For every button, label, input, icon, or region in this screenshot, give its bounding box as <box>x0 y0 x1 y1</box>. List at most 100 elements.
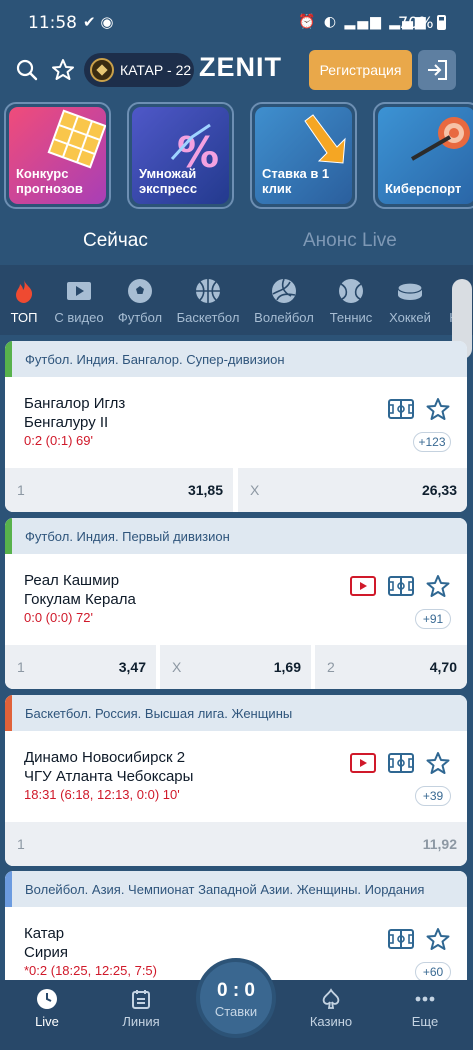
login-button[interactable] <box>418 50 456 90</box>
team-home: Реал Кашмир <box>24 572 120 589</box>
field-stats-icon[interactable] <box>388 398 414 420</box>
qatar-cup-badge[interactable]: КАТАР - 22 <box>84 53 194 87</box>
favorite-star-icon[interactable] <box>425 397 451 421</box>
field-stats-icon[interactable] <box>388 575 414 597</box>
more-markets-button[interactable]: +60 <box>415 962 451 982</box>
field-stats-icon[interactable] <box>388 928 414 950</box>
team-home: Бангалор Иглз <box>24 395 126 412</box>
sports-filter-bar: ТОП С видео Футбол Баскетбол Волейбол Те… <box>0 265 473 335</box>
live-score: 0:0 (0:0) 72' <box>24 610 93 625</box>
brand-logo: ZENIT <box>199 52 282 82</box>
promo-forecast-contest[interactable]: Конкурс прогнозов <box>4 102 111 209</box>
odd-key: 1 <box>17 482 25 498</box>
battery-percent: 70% <box>398 13 434 32</box>
event-card[interactable]: Баскетбол. Россия. Высшая лига. Женщины … <box>5 695 467 866</box>
nav-label: Казино <box>309 1014 353 1029</box>
bets-slip-button[interactable]: 0 : 0 Ставки <box>196 958 276 1038</box>
odds-row: 1 3,47 X 1,69 2 4,70 <box>5 645 467 689</box>
battery-icon <box>436 15 446 30</box>
odd-button[interactable]: 2 4,70 <box>315 645 467 689</box>
video-stream-icon[interactable] <box>350 752 376 774</box>
cup-ball-icon <box>90 58 114 82</box>
more-markets-button[interactable]: +39 <box>415 786 451 806</box>
calendar-icon <box>132 990 150 1009</box>
odd-key: 1 <box>17 659 25 675</box>
odd-value: 4,70 <box>429 659 457 675</box>
odd-button[interactable]: 1 31,85 <box>5 468 233 512</box>
sport-accent-bar <box>5 518 12 554</box>
more-markets-button[interactable]: +123 <box>413 432 451 452</box>
odd-value: 3,47 <box>118 659 146 675</box>
event-card[interactable]: Футбол. Индия. Первый дивизион Реал Кашм… <box>5 518 467 689</box>
sport-label: Теннис <box>329 310 373 325</box>
promo-label-line1: Ставка в 1 <box>262 166 330 181</box>
sport-accent-bar <box>5 341 12 377</box>
event-league[interactable]: Футбол. Индия. Первый дивизион <box>5 518 467 554</box>
video-icon <box>67 282 91 300</box>
status-time: 11:58 <box>28 13 77 33</box>
promo-label-line2: прогнозов <box>16 181 83 196</box>
promo-esports[interactable]: Киберспорт <box>373 102 473 209</box>
cup-label: КАТАР - 22 <box>120 62 192 78</box>
sport-accent-bar <box>5 695 12 731</box>
sport-filter-tennis[interactable]: Теннис <box>326 278 376 325</box>
football-icon <box>128 279 152 303</box>
sport-label: Баскетбол <box>176 310 240 325</box>
odd-button[interactable]: 1 3,47 <box>5 645 156 689</box>
favorites-star-icon[interactable] <box>50 57 76 83</box>
video-stream-icon[interactable] <box>350 575 376 597</box>
odd-key: 1 <box>17 836 25 852</box>
nav-label: Еще <box>411 1014 439 1029</box>
odd-button[interactable]: 1 11,92 <box>5 822 467 866</box>
field-stats-icon[interactable] <box>388 752 414 774</box>
hockey-puck-icon <box>397 282 423 300</box>
sport-filter-volleyball[interactable]: Волейбол <box>252 278 316 325</box>
more-markets-button[interactable]: +91 <box>415 609 451 629</box>
login-icon <box>428 60 447 80</box>
status-bar: 11:58 ✔ ◉ ⏰ ◐ ▂▄▆ ▂▄▆ 70% <box>0 0 473 46</box>
nav-casino[interactable]: Казино <box>296 988 366 1029</box>
nav-more[interactable]: Еще <box>390 988 460 1029</box>
live-score: *0:2 (18:25, 12:25, 7:5) <box>24 963 157 978</box>
sport-label: ТОП <box>10 310 38 325</box>
basketball-icon <box>196 279 220 303</box>
promo-label-line1: Киберспорт <box>385 181 462 196</box>
tab-now[interactable]: Сейчас <box>83 230 148 252</box>
nav-live[interactable]: Live <box>12 988 82 1029</box>
odd-value: 1,69 <box>273 659 301 675</box>
sport-filter-basketball[interactable]: Баскетбол <box>174 278 242 325</box>
register-button[interactable]: Регистрация <box>309 50 412 90</box>
odd-value: 26,33 <box>421 482 457 498</box>
sport-filter-top[interactable]: ТОП <box>8 278 40 325</box>
nav-line[interactable]: Линия <box>106 988 176 1029</box>
promo-label-line2: экспресс <box>139 181 198 196</box>
search-icon[interactable] <box>14 57 40 83</box>
favorite-star-icon[interactable] <box>425 927 451 951</box>
team-away: ЧГУ Атланта Чебоксары <box>24 768 194 785</box>
clock-icon <box>37 989 57 1009</box>
favorite-star-icon[interactable] <box>425 574 451 598</box>
promo-label-line2: клик <box>262 181 292 196</box>
odd-button[interactable]: X 26,33 <box>238 468 467 512</box>
sport-label: Футбол <box>117 310 163 325</box>
promo-one-click-bet[interactable]: Ставка в 1 клик <box>250 102 357 209</box>
battery-indicator: 70% <box>398 13 446 32</box>
odd-button[interactable]: X 1,69 <box>160 645 311 689</box>
tab-announce-live[interactable]: Анонс Live <box>303 230 397 252</box>
event-league[interactable]: Баскетбол. Россия. Высшая лига. Женщины <box>5 695 467 731</box>
notification-icons: ✔ ◉ <box>83 13 114 31</box>
sport-filter-football[interactable]: Футбол <box>116 278 164 325</box>
sport-filter-video[interactable]: С видео <box>52 278 106 325</box>
app-header: КАТАР - 22 ZENIT Регистрация <box>0 46 473 94</box>
event-league[interactable]: Футбол. Индия. Бангалор. Супер-дивизион <box>5 341 467 377</box>
event-league[interactable]: Волейбол. Азия. Чемпионат Западной Азии.… <box>5 871 467 907</box>
more-dots-icon <box>415 996 435 1002</box>
live-score: 18:31 (6:18, 12:13, 0:0) 10' <box>24 787 180 802</box>
sport-filter-hockey[interactable]: Хоккей <box>386 278 434 325</box>
event-card[interactable]: Футбол. Индия. Бангалор. Супер-дивизион … <box>5 341 467 512</box>
volleyball-icon <box>272 278 296 303</box>
bets-label: Ставки <box>214 1004 258 1019</box>
promo-multiply-express[interactable]: % Умножай экспресс <box>127 102 234 209</box>
promo-label-line1: Конкурс <box>16 166 69 181</box>
favorite-star-icon[interactable] <box>425 751 451 775</box>
